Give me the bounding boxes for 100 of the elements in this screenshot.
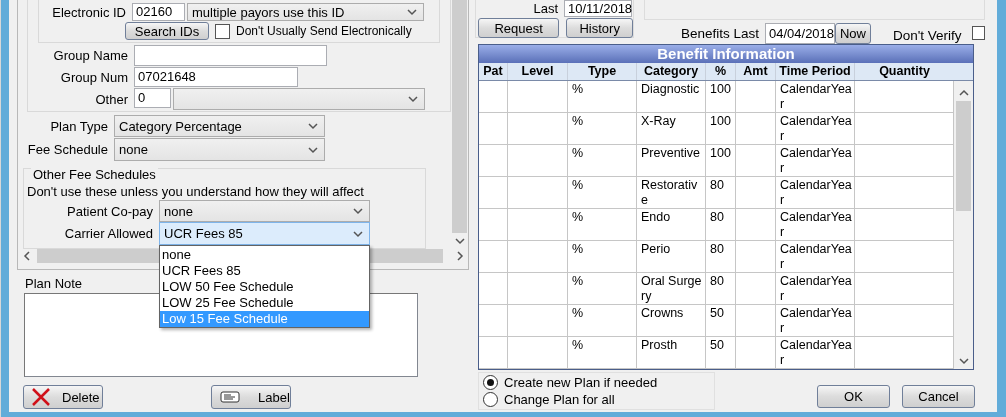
field-label: Fee Schedule (26, 142, 109, 157)
field-label: Patient Co-pay (66, 203, 154, 219)
button[interactable]: Now (835, 22, 871, 44)
field-label: Carrier Allowed (63, 226, 154, 241)
field-label: Plan Note (25, 276, 83, 291)
button[interactable]: Search IDs (125, 22, 209, 40)
field-label: Other (94, 91, 129, 107)
x-icon (30, 387, 52, 407)
column-header: Time Period (776, 63, 855, 80)
table-cell: CalendarYear (776, 273, 855, 304)
column-header: Pat (479, 63, 508, 80)
field-label: Benefits Last (679, 25, 760, 41)
radio-button[interactable] (483, 375, 498, 390)
field-label: Plan Type (49, 118, 109, 134)
dropdown-option[interactable]: none (160, 247, 369, 263)
note-text: Don't use these unless you understand how they will affect (26, 184, 365, 199)
input-field[interactable] (134, 45, 327, 66)
table-cell: % (568, 177, 637, 208)
input-field[interactable]: 04/04/2018 (765, 22, 835, 44)
table-cell: % (568, 241, 637, 272)
radio-label: Create new Plan if needed (504, 375, 658, 390)
field-label: Last (532, 0, 559, 16)
chevron-up-icon (958, 87, 969, 98)
dropdown[interactable]: UCR Fees 85 (159, 222, 370, 245)
radio-button[interactable] (483, 392, 498, 407)
scroll-thumb[interactable] (452, 0, 467, 233)
group-title: Other Fee Schedules (31, 167, 158, 182)
field-label: Group Num (59, 69, 129, 85)
checkbox-label: Don't Verify (893, 26, 962, 43)
chevron-down-icon (353, 228, 363, 239)
table-cell: CalendarYear (776, 337, 855, 368)
input-field[interactable]: 02160 (132, 3, 185, 21)
table-cell: % (568, 305, 637, 336)
table-cell: 80 (706, 273, 736, 304)
table-cell: X-Ray (637, 113, 706, 144)
dropdown-option[interactable]: LOW 25 Fee Schedule (160, 295, 369, 311)
chevron-down-icon (407, 7, 417, 17)
chevron-down-icon (408, 94, 418, 104)
chevron-down-icon (353, 206, 363, 216)
table-cell: 50 (706, 337, 736, 368)
dropdown-option[interactable]: LOW 50 Fee Schedule (160, 279, 369, 295)
checkbox-label: Don't Usually Send Electronically (236, 24, 412, 38)
table-cell: % (568, 337, 637, 368)
input-field[interactable]: 0 (134, 88, 171, 108)
table-cell: CalendarYear (776, 145, 855, 176)
table-cell: Prosth (637, 337, 706, 368)
table-cell: CalendarYear (776, 177, 855, 208)
dropdown[interactable]: Category Percentage (114, 115, 325, 137)
table-cell: 80 (706, 241, 736, 272)
button[interactable]: Label (211, 385, 291, 409)
table-cell: % (568, 81, 637, 112)
dropdown[interactable]: multiple payors use this ID (187, 3, 424, 21)
table-cell: 50 (706, 305, 736, 336)
table-cell: CalendarYear (776, 81, 855, 112)
button[interactable]: Cancel (902, 385, 975, 408)
dropdown[interactable]: none (159, 200, 370, 222)
chevron-down-icon (454, 235, 465, 246)
input-field[interactable]: 10/11/2018 (564, 0, 632, 17)
dropdown-option[interactable]: UCR Fees 85 (160, 263, 369, 279)
label-icon (220, 391, 240, 403)
checkbox[interactable] (215, 23, 230, 39)
table-cell: Crowns (637, 305, 706, 336)
column-header: Quantity (878, 63, 931, 80)
checkbox[interactable] (971, 26, 985, 40)
table-cell: Restorative (637, 177, 706, 208)
button[interactable]: Request (478, 18, 560, 38)
column-header: Level (508, 63, 568, 80)
table-cell: CalendarYear (776, 209, 855, 240)
button[interactable]: History (566, 18, 633, 38)
chevron-right-icon (454, 250, 465, 261)
button[interactable]: Delete (23, 385, 103, 409)
dropdown[interactable]: none (114, 138, 325, 161)
table-cell: Oral Surgery (637, 273, 706, 304)
chevron-down-icon (308, 121, 318, 131)
table-cell: CalendarYear (776, 113, 855, 144)
table-cell: Preventive (637, 145, 706, 176)
table-cell: CalendarYear (776, 241, 855, 272)
table-cell: % (568, 209, 637, 240)
radio-label: Change Plan for all (504, 392, 615, 407)
table-cell: 100 (706, 81, 736, 112)
dropdown[interactable] (173, 88, 425, 110)
chevron-left-icon (21, 250, 32, 261)
table-cell: % (568, 145, 637, 176)
table-cell: 80 (706, 209, 736, 240)
field-label: Electronic ID (51, 4, 127, 20)
table-cell: Diagnostic (637, 81, 706, 112)
table-title: Benefit Information (479, 45, 973, 63)
column-header: Type (568, 63, 637, 80)
chevron-down-icon (958, 355, 969, 366)
table-cell: Endo (637, 209, 706, 240)
button[interactable]: OK (817, 385, 890, 408)
table-cell: 100 (706, 113, 736, 144)
scroll-thumb[interactable] (956, 101, 971, 211)
column-header: % (706, 63, 736, 80)
table-cell: 100 (706, 145, 736, 176)
column-header: Category (637, 63, 706, 80)
table-cell: % (568, 273, 637, 304)
chevron-down-icon (308, 144, 318, 155)
table-cell: % (568, 113, 637, 144)
input-field[interactable]: 07021648 (134, 67, 298, 87)
